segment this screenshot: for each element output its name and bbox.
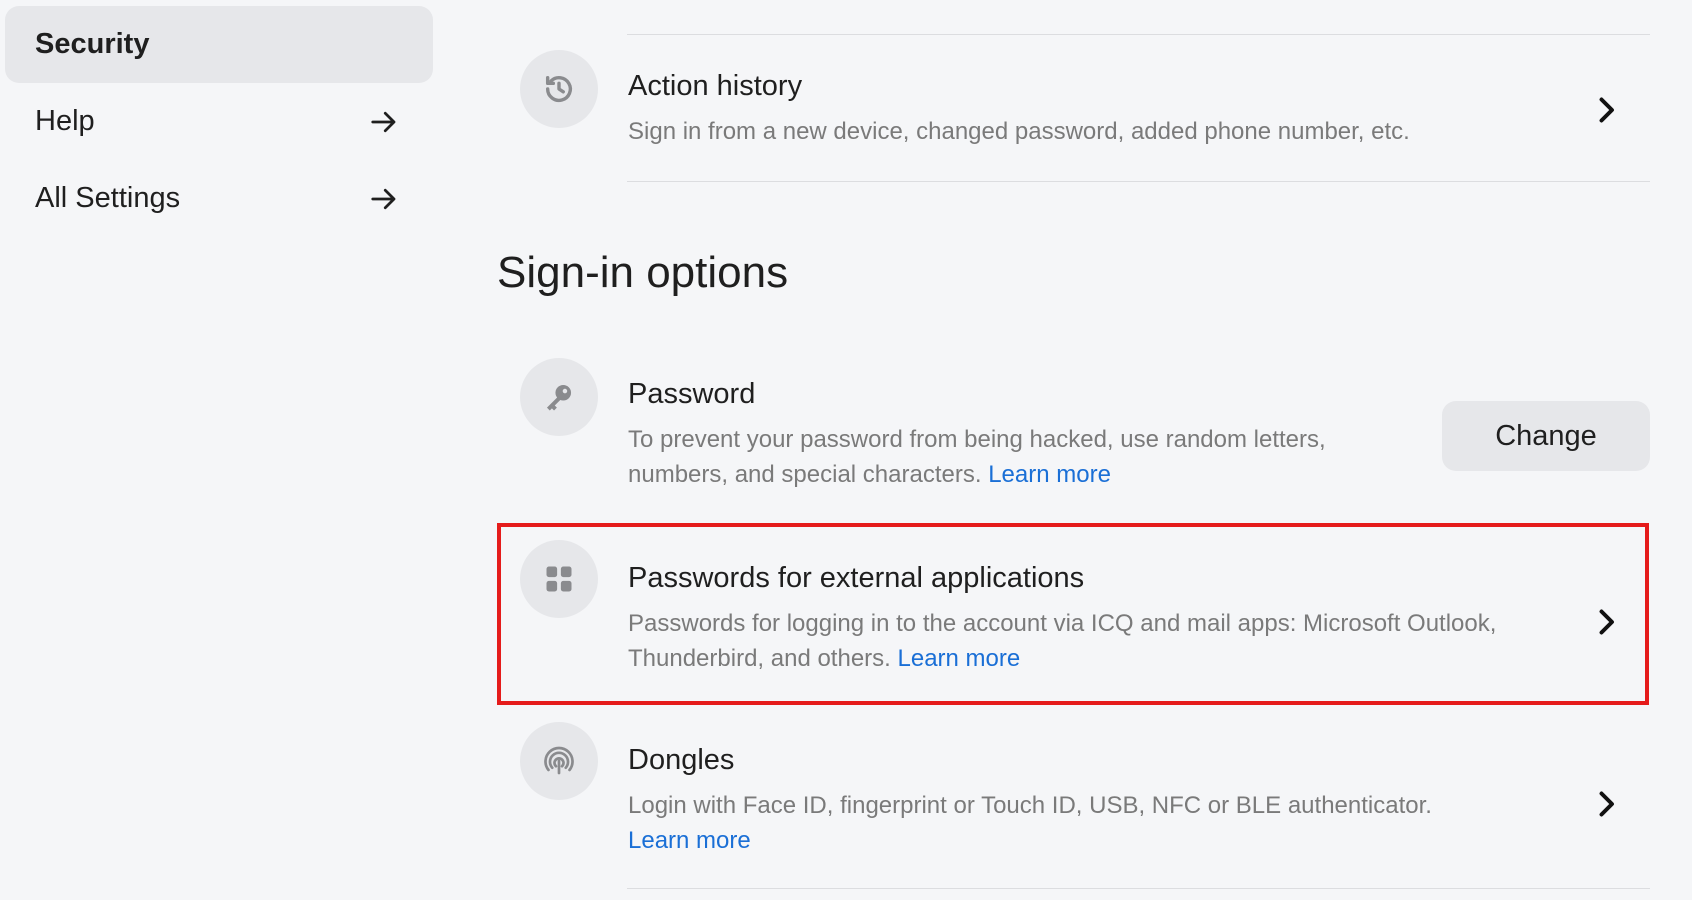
- sidebar-item-security[interactable]: Security: [5, 6, 433, 83]
- chevron-right-icon: [1599, 791, 1614, 817]
- key-icon: [520, 358, 598, 436]
- divider: [627, 181, 1650, 182]
- change-password-button[interactable]: Change: [1442, 401, 1650, 471]
- sidebar-item-label: Help: [35, 105, 95, 137]
- arrow-right-icon: [371, 188, 396, 209]
- external-app-passwords-description: Passwords for logging in to the account …: [628, 610, 1497, 672]
- dongles-description: Login with Face ID, fingerprint or Touch…: [628, 792, 1432, 854]
- section-heading-sign-in-options: Sign-in options: [497, 248, 789, 297]
- divider: [627, 888, 1650, 889]
- dongles-title: Dongles: [628, 744, 735, 776]
- sidebar-item-help[interactable]: Help: [5, 83, 433, 160]
- action-history-description: Sign in from a new device, changed passw…: [628, 118, 1410, 145]
- arrow-right-icon: [371, 111, 396, 132]
- dongles-row[interactable]: Dongles Login with Face ID, fingerprint …: [497, 722, 1657, 872]
- learn-more-link[interactable]: Learn more: [988, 461, 1111, 488]
- history-icon: [520, 50, 598, 128]
- sidebar-item-label: Security: [35, 28, 150, 60]
- sidebar-item-all-settings[interactable]: All Settings: [5, 160, 433, 237]
- sidebar: Security Help All Settings: [5, 6, 433, 237]
- divider: [627, 34, 1650, 35]
- action-history-row[interactable]: Action history Sign in from a new device…: [497, 50, 1657, 180]
- fingerprint-icon: [520, 722, 598, 800]
- chevron-right-icon: [1599, 609, 1614, 635]
- password-description: To prevent your password from being hack…: [628, 426, 1326, 488]
- learn-more-link[interactable]: Learn more: [628, 827, 751, 854]
- apps-grid-icon: [520, 540, 598, 618]
- action-history-title: Action history: [628, 70, 803, 102]
- external-app-passwords-row[interactable]: Passwords for external applications Pass…: [497, 540, 1657, 690]
- learn-more-link[interactable]: Learn more: [898, 645, 1021, 672]
- password-title: Password: [628, 378, 756, 410]
- sidebar-item-label: All Settings: [35, 182, 181, 214]
- chevron-right-icon: [1599, 97, 1614, 123]
- external-app-passwords-title: Passwords for external applications: [628, 562, 1085, 594]
